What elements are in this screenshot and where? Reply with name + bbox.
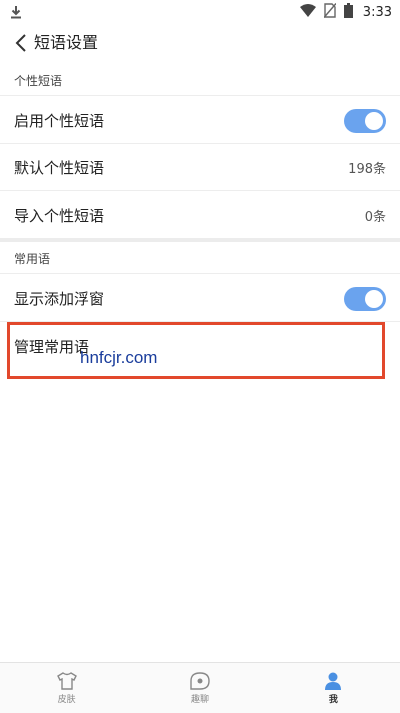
show-float-window-toggle[interactable]	[344, 286, 386, 311]
row-label: 默认个性短语	[14, 159, 105, 177]
toggle-knob	[365, 289, 383, 308]
chevron-left-icon	[15, 34, 26, 52]
row-value: 0条	[364, 209, 386, 225]
row-show-add-float-window[interactable]: 显示添加浮窗	[0, 276, 400, 322]
row-default-personal-phrases[interactable]: 默认个性短语 198条	[0, 145, 400, 191]
app-bar: 短语设置	[0, 26, 400, 60]
watermark: hnfcjr.com	[80, 348, 158, 367]
row-label: 导入个性短语	[14, 206, 105, 225]
nav-label: 趣聊	[190, 694, 209, 705]
shirt-icon	[56, 671, 77, 690]
row-enable-personal-phrases[interactable]: 启用个性短语	[0, 98, 400, 144]
wifi-icon	[299, 3, 316, 22]
nav-item-me[interactable]: 我	[267, 663, 400, 713]
row-value: 198条	[348, 162, 386, 177]
nav-item-skin[interactable]: 皮肤	[0, 663, 133, 713]
status-bar: 3:33	[0, 0, 400, 24]
section-header-personal-phrases: 个性短语	[0, 66, 400, 96]
page-title: 短语设置	[34, 33, 99, 52]
download-icon	[10, 4, 22, 23]
row-import-personal-phrases[interactable]: 导入个性短语 0条	[0, 192, 400, 238]
status-time: 3:33	[362, 5, 392, 20]
user-icon	[325, 672, 342, 690]
row-label: 启用个性短语	[14, 112, 105, 130]
nav-item-chat[interactable]: 趣聊	[133, 663, 266, 713]
chat-bubble-icon	[190, 671, 210, 690]
section-divider	[0, 238, 400, 242]
nav-label: 我	[328, 694, 338, 705]
back-button[interactable]	[10, 32, 32, 54]
row-label: 显示添加浮窗	[14, 290, 105, 308]
bottom-nav: 皮肤 趣聊 我	[0, 662, 400, 713]
no-sim-icon	[323, 3, 337, 22]
highlight-box	[7, 322, 385, 379]
section-header-common-phrases: 常用语	[0, 244, 400, 274]
battery-icon	[343, 3, 353, 22]
nav-label: 皮肤	[57, 694, 76, 705]
toggle-knob	[365, 111, 383, 130]
enable-personal-phrases-toggle[interactable]	[344, 108, 386, 133]
